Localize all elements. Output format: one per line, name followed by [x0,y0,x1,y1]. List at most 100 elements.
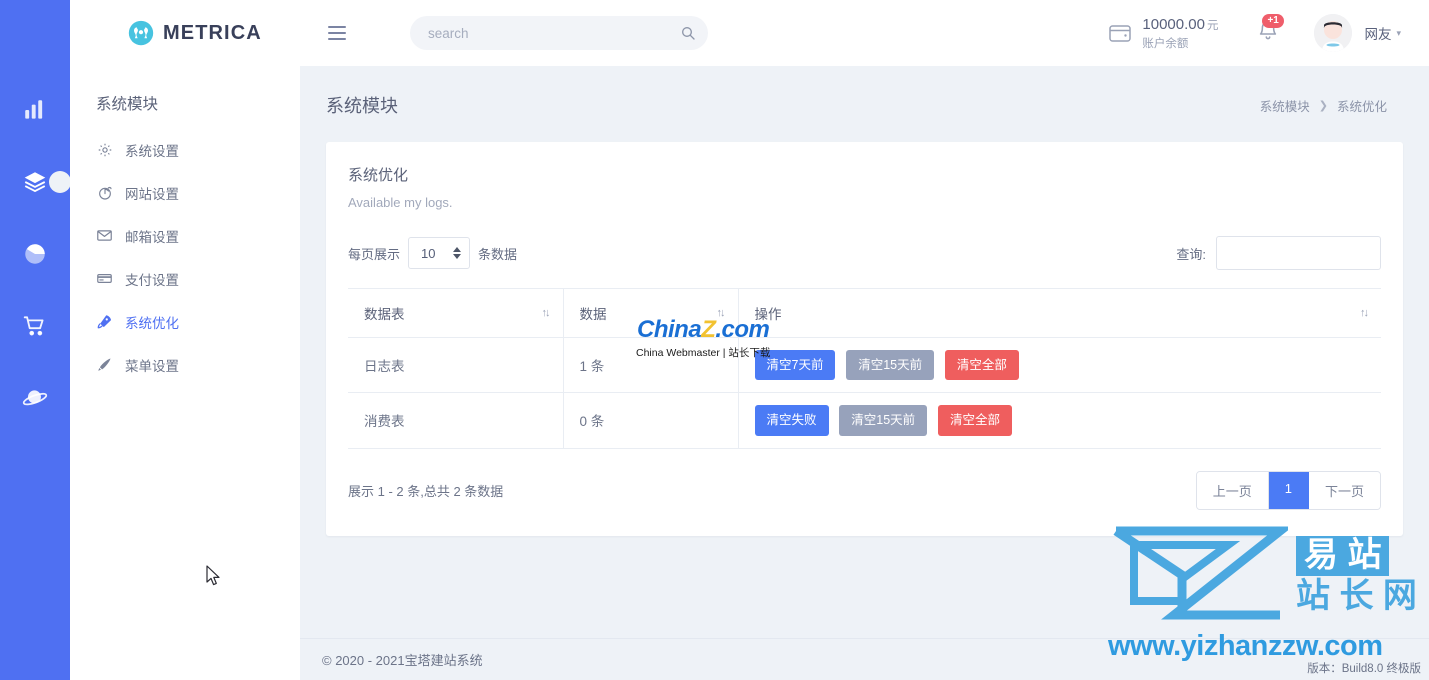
table-row: 日志表 1 条 清空7天前 清空15天前 清空全部 [348,337,1381,394]
sort-arrows-icon: ↑↓ [1360,307,1369,319]
table-header-row: 数据表 ↑↓ 数据 ↑↓ 操作 ↑↓ [348,288,1381,338]
sort-arrows-icon: ↑↓ [716,307,726,319]
wallet-unit: 元 [1206,19,1219,32]
rail-item-planet[interactable] [13,376,57,420]
footer-copyright: © 2020 - 2021宝塔建站系统 [322,653,483,668]
cell-record-count: 0 条 [563,392,739,449]
table-controls: 每页展示 10 25 50 100 条数据 查询: [348,236,1381,270]
sidebar-item-site-settings[interactable]: 网站设置 [70,171,300,214]
page-length-suffix: 条数据 [478,246,518,262]
wallet-balance[interactable]: 10000.00 元 账户余额 [1108,15,1218,51]
sidebar-item-label: 菜单设置 [125,358,179,374]
search-input[interactable] [410,16,708,50]
pen-icon [96,356,113,373]
rail-item-analytics[interactable] [13,88,57,132]
metrica-logo-icon [128,20,154,46]
footer: © 2020 - 2021宝塔建站系统 [300,638,1429,680]
content-header: 系统模块 系统模块 ❯ 系统优化 [300,66,1429,118]
card-subtitle: Available my logs. [348,195,453,210]
pagination-next[interactable]: 下一页 [1308,471,1380,509]
breadcrumb-root[interactable]: 系统模块 [1260,96,1310,115]
optimize-card: 系统优化 Available my logs. 每页展示 10 25 50 10… [326,142,1403,536]
cell-actions: 清空7天前 清空15天前 清空全部 [738,337,1381,394]
brand-name: METRICA [163,21,262,44]
pie-chart-icon [22,241,48,267]
breadcrumb-current: 系统优化 [1336,99,1387,114]
top-bar-right: 10000.00 元 账户余额 +1 网友 ▾ [1108,14,1429,52]
sidebar-item-menu-settings[interactable]: 菜单设置 [70,343,300,386]
filter-input[interactable] [1216,236,1381,270]
card-title: 系统优化 [348,167,409,184]
app-root: METRICA search 10000.00 元 账户余额 +1 网友 ▾ 系… [0,0,1429,680]
cell-table-name: 日志表 [348,337,564,394]
clear-15days-button[interactable]: 清空15天前 [846,350,935,381]
sort-arrows-icon: ↑↓ [541,307,551,319]
brand-logo[interactable]: METRICA [128,20,318,46]
search-box[interactable] [410,16,708,50]
sidebar-item-system-settings[interactable]: 系统设置 [70,128,300,171]
clear-7days-button[interactable]: 清空7天前 [754,350,836,381]
data-table: 数据表 ↑↓ 数据 ↑↓ 操作 ↑↓ 日志表 1 条 清空7天前 清空15天前 … [348,288,1381,449]
clear-all-button[interactable]: 清空全部 [937,405,1012,436]
cell-table-name: 消费表 [348,392,564,449]
table-filter: 查询: [1176,236,1381,270]
hamburger-icon[interactable] [328,18,358,48]
bell-icon [1256,19,1280,48]
table-head: 数据表 ↑↓ 数据 ↑↓ 操作 ↑↓ [348,288,1381,338]
pagination-info: 展示 1 - 2 条,总共 2 条数据 [348,483,504,499]
sidebar-item-label: 系统设置 [125,143,179,159]
user-name-label: 网友 [1364,27,1392,42]
rail-item-shop[interactable] [13,304,57,348]
page-title: 系统模块 [326,96,398,116]
cell-actions: 清空失败 清空15天前 清空全部 [738,392,1381,449]
table-row: 消费表 0 条 清空失败 清空15天前 清空全部 [348,392,1381,449]
layers-icon [22,169,48,195]
sidebar-item-label: 网站设置 [125,186,179,202]
user-menu[interactable]: 网友 ▾ [1364,23,1401,43]
clear-15days-button[interactable]: 清空15天前 [839,405,928,436]
sidebar-item-label: 系统优化 [125,315,179,331]
sidebar: 系统模块 系统设置 网站设置 邮箱设置 支付设置 系统优化 菜单设置 [70,66,300,680]
breadcrumb: 系统模块 ❯ 系统优化 [1260,96,1387,115]
content-area: 系统模块 系统模块 ❯ 系统优化 系统优化 Available my logs.… [300,66,1429,680]
page-length-control: 每页展示 10 25 50 100 条数据 [348,237,517,269]
chevron-down-icon: ▾ [1396,27,1401,38]
notification-badge: +1 [1262,14,1284,28]
sidebar-item-label: 邮箱设置 [125,229,179,245]
page-length-select[interactable]: 10 25 50 100 [408,237,471,269]
sidebar-item-system-optimize[interactable]: 系统优化 [70,300,300,343]
search-icon[interactable] [680,25,696,41]
sidebar-item-payment-settings[interactable]: 支付设置 [70,257,300,300]
pagination-prev[interactable]: 上一页 [1196,471,1269,509]
envelope-icon [96,227,113,244]
clock-pie-icon [96,184,113,201]
rail-item-reports[interactable] [13,232,57,276]
clear-all-button[interactable]: 清空全部 [944,350,1019,381]
wallet-amount: 10000.00 [1142,15,1205,33]
rocket-icon [96,313,113,330]
breadcrumb-separator-icon: ❯ [1318,99,1328,112]
credit-card-icon [96,270,113,287]
shopping-cart-icon [22,313,48,339]
sidebar-item-email-settings[interactable]: 邮箱设置 [70,214,300,257]
bar-chart-icon [22,97,48,123]
sidebar-item-label: 支付设置 [125,272,179,288]
clear-failed-button[interactable]: 清空失败 [754,405,829,436]
sidebar-title: 系统模块 [96,96,159,113]
wallet-icon [1108,22,1132,44]
column-header-actions[interactable]: 操作 ↑↓ [738,288,1381,338]
table-footer: 展示 1 - 2 条,总共 2 条数据 上一页 1 下一页 [348,470,1381,510]
pagination-page-1[interactable]: 1 [1268,471,1309,509]
rail-item-modules[interactable] [13,160,57,204]
avatar[interactable] [1314,14,1353,52]
pagination: 上一页 1 下一页 [1195,470,1381,510]
icon-rail [0,0,70,680]
column-header-table[interactable]: 数据表 ↑↓ [348,288,564,338]
planet-icon [22,385,48,411]
gear-icon [96,141,113,158]
notification-bell[interactable]: +1 [1256,14,1284,48]
column-header-count[interactable]: 数据 ↑↓ [563,288,739,338]
wallet-label: 账户余额 [1142,37,1189,50]
page-length-prefix: 每页展示 [348,246,401,262]
top-bar: METRICA search 10000.00 元 账户余额 +1 网友 ▾ [70,0,1429,66]
